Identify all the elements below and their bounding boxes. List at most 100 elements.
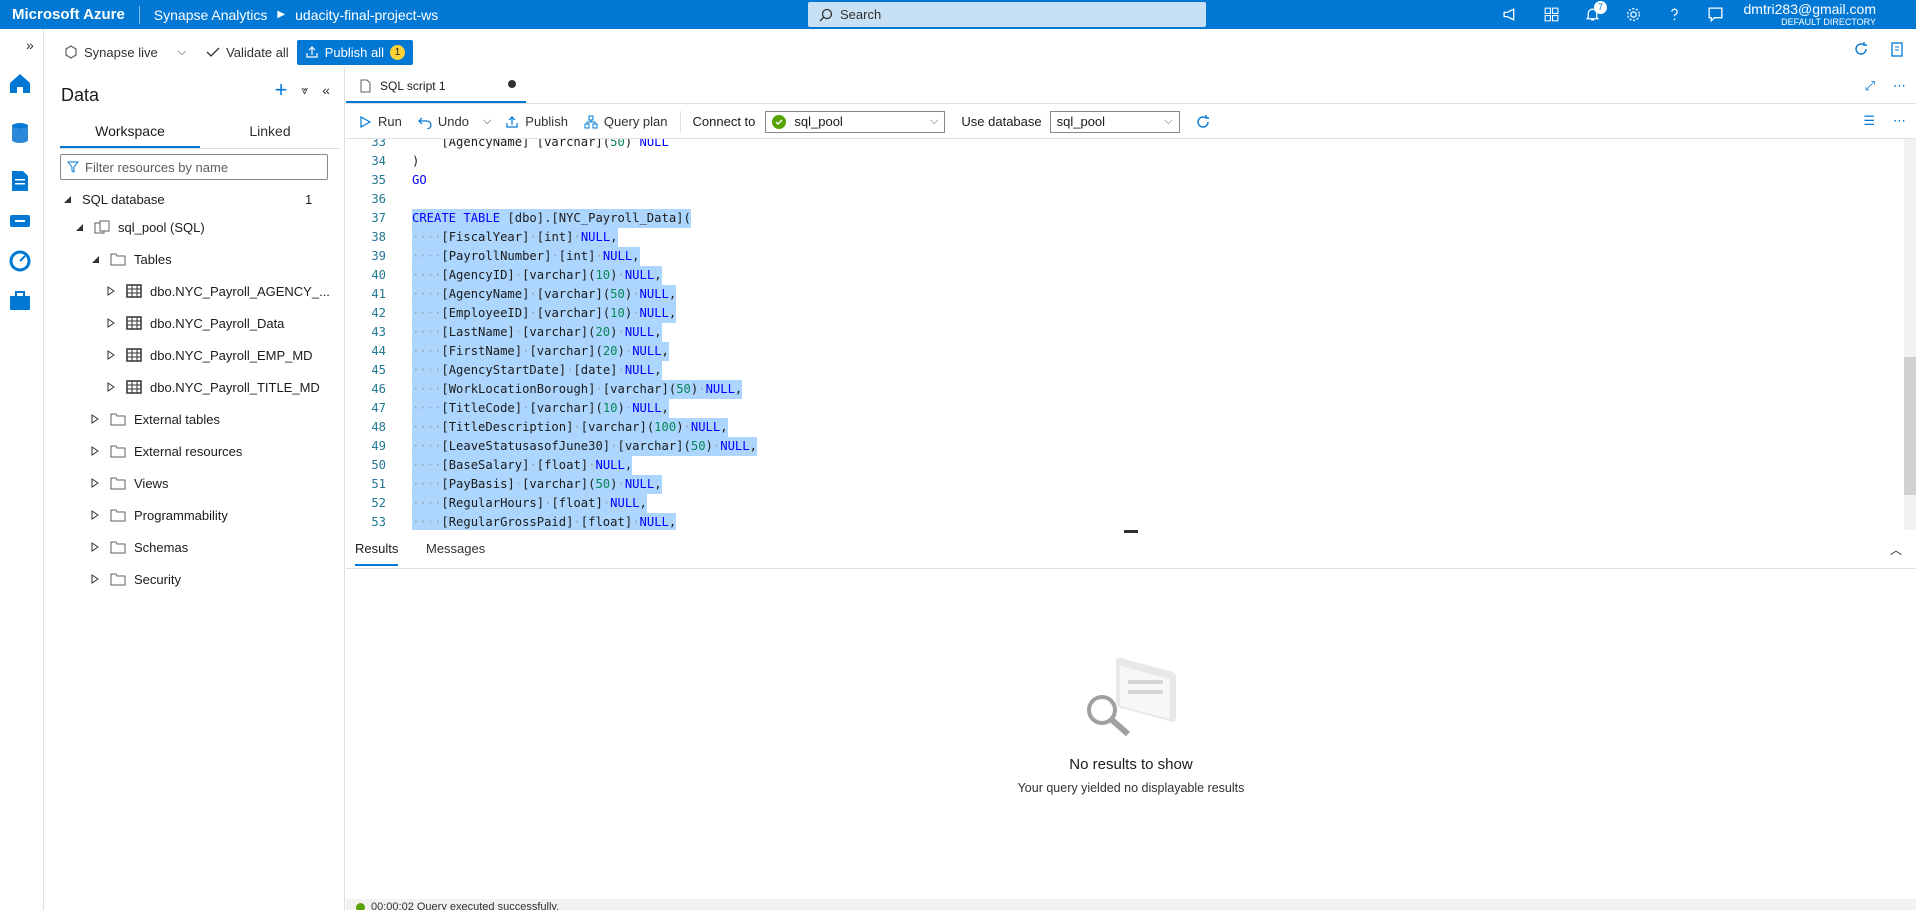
tab-messages[interactable]: Messages [426, 541, 485, 564]
data-icon[interactable] [6, 119, 34, 147]
run-play-icon [360, 115, 372, 128]
undo-dropdown-chevron-icon[interactable]: ⌵ [477, 115, 497, 128]
tree-folder-item[interactable]: External tables [90, 407, 220, 431]
chevron-down-icon: ⌵ [177, 45, 187, 58]
user-account[interactable]: dmtri283@gmail.com DEFAULT DIRECTORY [1744, 2, 1876, 28]
use-database-select[interactable]: sql_pool ⌵ [1049, 110, 1180, 133]
code-line: 42 ····[EmployeeID]·[varchar](10)·NULL, [346, 304, 1904, 323]
settings-gear-icon[interactable] [1613, 0, 1654, 29]
collapsed-triangle-icon [90, 574, 100, 584]
undo-button[interactable]: Undo [410, 110, 477, 134]
query-plan-button[interactable]: Query plan [576, 110, 676, 134]
search-input[interactable]: Search [808, 2, 1206, 27]
manage-icon[interactable] [6, 287, 34, 315]
tree-folder-item[interactable]: Programmability [90, 503, 228, 527]
editor-tab-bar: SQL script 1 ⤢ ⋯ [346, 70, 1916, 104]
code-line: 51 ····[PayBasis]·[varchar](50)·NULL, [346, 475, 1904, 494]
tab-workspace[interactable]: Workspace [60, 119, 200, 148]
line-number: 34 [371, 154, 386, 168]
expanded-triangle-icon [74, 222, 84, 232]
directory-switch-icon[interactable] [1531, 0, 1572, 29]
code-line: 47 ····[TitleCode]·[varchar](10)·NULL, [346, 399, 1904, 418]
code-line: 33 [AgencyName] [varchar](50) NULL [346, 139, 1904, 152]
tree-tables-folder[interactable]: Tables [90, 247, 172, 271]
code-line: 40 ····[AgencyID]·[varchar](10)·NULL, [346, 266, 1904, 285]
refresh-database-icon[interactable] [1194, 113, 1212, 131]
tree-folder-item[interactable]: Schemas [90, 535, 188, 559]
tab-linked[interactable]: Linked [200, 119, 340, 148]
tree-table-item[interactable]: dbo.NYC_Payroll_Data [106, 311, 284, 335]
undo-icon [418, 117, 432, 129]
tree-table-item[interactable]: dbo.NYC_Payroll_AGENCY_... [106, 279, 330, 303]
announcements-icon[interactable] [1490, 0, 1531, 29]
collapsed-triangle-icon [106, 382, 116, 392]
tree-folder-item[interactable]: Security [90, 567, 181, 591]
folder-icon [110, 508, 126, 522]
sql-toolbar: Run Undo ⌵ Publish Query plan Connect to… [346, 105, 1916, 139]
add-resource-icon[interactable]: + [275, 79, 288, 101]
tab-sql-script-1[interactable]: SQL script 1 [346, 70, 526, 103]
tree-sql-pool[interactable]: sql_pool (SQL) [74, 215, 205, 239]
left-nav-rail: » [0, 29, 44, 910]
tree-table-item[interactable]: dbo.NYC_Payroll_EMP_MD [106, 343, 313, 367]
code-text: CREATE TABLE [dbo].[NYC_Payroll_Data]( [412, 209, 691, 228]
expand-rail-icon[interactable]: » [26, 37, 34, 53]
scrollbar-thumb[interactable] [1904, 357, 1916, 495]
breadcrumb-workspace[interactable]: udacity-final-project-ws [295, 7, 438, 23]
discard-icon[interactable] [1888, 40, 1906, 58]
line-number: 50 [371, 458, 386, 472]
tree-folder-item[interactable]: Views [90, 471, 168, 495]
tree-sql-database[interactable]: SQL database 1 [62, 187, 312, 211]
connect-to-select[interactable]: sql_pool ⌵ [765, 110, 946, 133]
filter-input[interactable]: Filter resources by name [60, 154, 328, 180]
code-text: ····[TitleDescription]·[varchar](100)·NU… [412, 418, 728, 437]
collapsed-triangle-icon [90, 510, 100, 520]
line-number: 33 [371, 139, 386, 149]
connected-check-icon [772, 114, 787, 129]
properties-icon[interactable]: ☰ [1863, 113, 1875, 129]
collapse-all-icon[interactable]: ⩔ [301, 83, 308, 98]
table-icon [126, 380, 142, 394]
code-line: 52 ····[RegularHours]·[float]·NULL, [346, 494, 1904, 513]
home-icon[interactable] [6, 69, 34, 97]
line-number: 49 [371, 439, 386, 453]
top-bar: Microsoft Azure Synapse Analytics ▶ udac… [0, 0, 1916, 29]
notifications-badge: 7 [1594, 1, 1607, 14]
integrate-icon[interactable] [6, 207, 34, 235]
develop-icon[interactable] [6, 167, 34, 195]
maximize-icon[interactable]: ⤢ [1865, 78, 1875, 94]
folder-icon [110, 572, 126, 586]
checkmark-icon [206, 47, 220, 57]
collapse-results-icon[interactable]: ︿ [1890, 541, 1902, 558]
feedback-icon[interactable] [1695, 0, 1736, 29]
collapsed-triangle-icon [90, 414, 100, 424]
sql-code-editor[interactable]: 33 [AgencyName] [varchar](50) NULL 34) 35 G… [346, 139, 1904, 530]
breadcrumb: Synapse Analytics ▶ udacity-final-projec… [140, 7, 439, 23]
publish-count-badge: 1 [389, 44, 405, 60]
tab-results[interactable]: Results [355, 541, 399, 566]
run-button[interactable]: Run [350, 110, 410, 134]
collapsed-triangle-icon [106, 286, 116, 296]
collapsed-triangle-icon [106, 350, 116, 360]
help-icon[interactable] [1654, 0, 1695, 29]
brand-logo[interactable]: Microsoft Azure [0, 5, 140, 24]
publish-button[interactable]: Publish [497, 110, 576, 134]
line-number: 48 [371, 420, 386, 434]
code-text: ····[AgencyStartDate]·[date]·NULL, [412, 361, 662, 380]
refresh-icon[interactable] [1852, 40, 1870, 58]
publish-all-button[interactable]: Publish all 1 [296, 39, 413, 65]
validate-all-button[interactable]: Validate all [198, 40, 297, 64]
tree-folder-item[interactable]: External resources [90, 439, 242, 463]
monitor-icon[interactable] [6, 247, 34, 275]
collapse-panel-icon[interactable]: « [322, 82, 330, 98]
breadcrumb-service[interactable]: Synapse Analytics [154, 7, 268, 23]
editor-scrollbar[interactable] [1904, 139, 1916, 530]
line-number: 43 [371, 325, 386, 339]
tree-table-item[interactable]: dbo.NYC_Payroll_TITLE_MD [106, 375, 320, 399]
synapse-live-dropdown[interactable]: Synapse live ⌵ [56, 40, 194, 64]
more-options-icon[interactable]: ⋯ [1893, 78, 1906, 94]
results-tab-bar: Results Messages ︿ [346, 533, 1916, 569]
notifications-icon[interactable]: 7 [1572, 0, 1613, 29]
more-options-icon[interactable]: ⋯ [1893, 113, 1906, 129]
line-number: 42 [371, 306, 386, 320]
